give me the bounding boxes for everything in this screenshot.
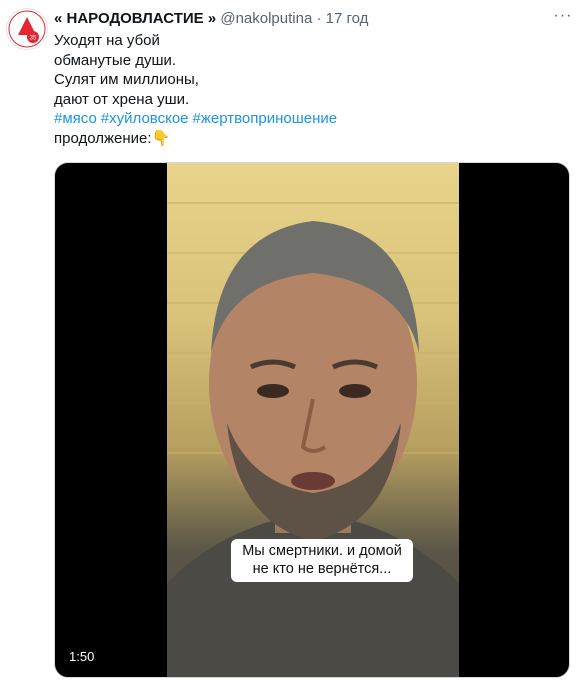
video-caption: Мы смертники. и домой не кто не вернётся… xyxy=(231,539,413,582)
tweet-line: дают от хрена уши. xyxy=(54,90,190,108)
tweet-header: « НАРОДОВЛАСТИЕ » @nakolputina · 17 год xyxy=(54,9,548,29)
author-handle[interactable]: @nakolputina xyxy=(220,10,312,27)
tweet[interactable]: 35 « НАРОДОВЛАСТИЕ » @nakolputina · 17 г… xyxy=(0,0,588,684)
hashtag-link[interactable]: #мясо xyxy=(54,110,97,127)
caption-line: не кто не вернётся... xyxy=(252,561,392,577)
separator: · xyxy=(316,10,322,27)
tweet-line: Сулят им миллионы, xyxy=(54,71,199,88)
video-player[interactable]: Мы смертники. и домой не кто не вернётся… xyxy=(54,162,570,678)
tweet-time[interactable]: 17 год xyxy=(326,10,369,27)
video-duration: 1:50 xyxy=(69,649,95,664)
avatar[interactable]: 35 xyxy=(6,8,48,50)
tweet-text: Уходят на убой обманутые души. Сулят им … xyxy=(54,31,554,148)
more-dots-icon: ··· xyxy=(553,7,573,24)
tweet-line: обманутые души. xyxy=(54,51,177,69)
caption-line: Мы смертники. и домой xyxy=(242,543,402,559)
video-thumbnail xyxy=(167,202,459,677)
more-options-button[interactable]: ··· xyxy=(552,8,574,28)
author-name[interactable]: « НАРОДОВЛАСТИЕ » xyxy=(54,10,216,27)
logo-icon: 35 xyxy=(8,10,46,48)
hashtag-link[interactable]: #хуйловское xyxy=(101,110,189,127)
video-frame xyxy=(167,163,459,677)
hashtag-list: #мясо #хуйловское #жертвоприношение xyxy=(54,109,554,129)
tweet-line: Уходят на убой xyxy=(54,32,160,49)
svg-text:35: 35 xyxy=(30,36,37,42)
hashtag-link[interactable]: #жертвоприношение xyxy=(193,110,338,127)
continuation-text: продолжение:👇 xyxy=(54,129,171,147)
